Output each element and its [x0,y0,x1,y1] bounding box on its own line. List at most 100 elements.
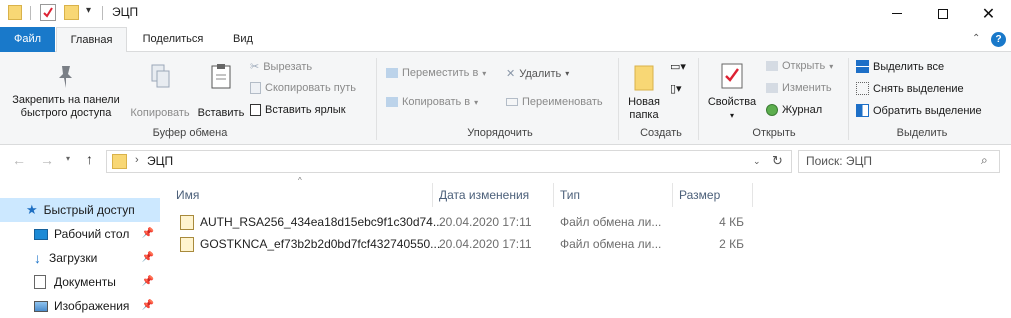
column-header-size[interactable]: Размер [673,183,753,207]
select-none-button[interactable]: Снять выделение [856,82,964,95]
group-separator [618,58,619,140]
paste-icon [211,64,231,89]
column-header-type[interactable]: Тип [554,183,673,207]
cut-button[interactable]: ✂ Вырезать [250,60,313,74]
forward-arrow-icon[interactable]: → [40,152,54,168]
nav-item-downloads[interactable]: ↓ Загрузки 📌 [0,246,160,270]
new-folder-label-2: папка [629,109,659,121]
nav-label-quick-access: Быстрый доступ [43,203,135,217]
nav-item-pictures[interactable]: Изображения 📌 [0,294,160,318]
tab-share[interactable]: Поделиться [133,27,213,52]
pin-icon [59,66,72,88]
edit-label: Изменить [782,82,832,94]
navigation-pane: ★ Быстрый доступ Рабочий стол 📌 ↓ Загруз… [0,177,168,316]
new-folder-label-1: Новая [628,96,660,108]
recent-locations-icon[interactable]: ▾ [66,154,70,163]
back-arrow-icon[interactable]: ← [12,152,26,168]
file-name: GOSTKNCA_ef73b2b2d0bd7fcf432740550... [200,237,441,251]
paste-shortcut-button[interactable]: Вставить ярлык [250,104,346,116]
new-group-label: Создать [640,127,682,139]
search-input[interactable]: Поиск: ЭЦП [806,154,872,168]
close-icon: ✕ [981,5,996,23]
nav-item-desktop[interactable]: Рабочий стол 📌 [0,222,160,246]
select-all-icon [856,60,869,73]
rename-button[interactable]: Переименовать [506,96,603,108]
copy-path-button[interactable]: Скопировать путь [250,82,356,94]
edit-button[interactable]: Изменить [766,82,832,94]
delete-button[interactable]: ✕ Удалить ▾ [506,67,569,81]
title-separator [102,6,103,20]
column-header-name[interactable]: Имя [170,183,433,207]
up-arrow-icon[interactable]: ↑ [86,151,93,167]
table-row[interactable]: GOSTKNCA_ef73b2b2d0bd7fcf432740550... 20… [176,234,756,254]
cut-label: Вырезать [263,60,313,73]
organize-group-label: Упорядочить [467,127,533,139]
customize-toolbar-icon[interactable]: ▾ [86,5,91,16]
address-bar[interactable]: › ЭЦП ⌄ ↻ [106,150,792,173]
title-bar: ▾ ЭЦП ✕ [0,0,1011,27]
invert-selection-button[interactable]: Обратить выделение [856,104,982,117]
copy-label: Копировать [130,107,190,119]
table-row[interactable]: AUTH_RSA256_434ea18d15ebc9f1c30d74... 20… [176,212,756,232]
address-row: ← → ▾ ↑ › ЭЦП ⌄ ↻ Поиск: ЭЦП ⌕ [0,146,1011,177]
paste-button[interactable]: Вставить [194,62,248,120]
new-item-icon[interactable]: ▭▾ [670,60,690,74]
file-date: 20.04.2020 17:11 [439,237,532,251]
certificate-file-icon [180,215,194,230]
copy-to-dropdown-icon: ▾ [474,97,479,107]
pin-icon: 📌 [141,300,154,311]
delete-icon: ✕ [506,68,516,80]
copy-path-label: Скопировать путь [265,82,356,94]
properties-quick-icon[interactable] [40,4,56,21]
nav-label-desktop: Рабочий стол [54,227,130,241]
minimize-button[interactable] [874,0,920,27]
refresh-icon[interactable]: ↻ [772,153,783,169]
select-group-label: Выделить [896,127,948,139]
help-icon[interactable]: ? [991,32,1006,47]
rename-label: Переименовать [522,96,603,108]
star-icon: ★ [26,202,38,217]
new-folder-button[interactable]: Новая папка [622,60,666,122]
nav-item-documents[interactable]: Документы 📌 [0,270,160,294]
search-box[interactable]: Поиск: ЭЦП ⌕ [798,150,1000,173]
separator [30,6,31,20]
edit-icon [766,83,778,93]
history-button[interactable]: Журнал [766,104,822,116]
tab-file[interactable]: Файл [0,27,55,52]
move-to-button[interactable]: Переместить в ▾ [386,67,486,79]
move-to-icon [386,68,398,78]
pin-label-1: Закрепить на панели [12,94,120,106]
new-folder-icon [634,65,654,91]
tab-home[interactable]: Главная [56,27,127,53]
file-size: 4 КБ [719,215,744,229]
properties-button[interactable]: Свойства ▾ [704,60,760,122]
file-date: 20.04.2020 17:11 [439,215,532,229]
select-all-button[interactable]: Выделить все [856,60,944,73]
file-size: 2 КБ [719,237,744,251]
tab-view[interactable]: Вид [218,27,268,52]
open-button[interactable]: Открыть ▾ [766,60,833,72]
breadcrumb-current[interactable]: ЭЦП [147,154,173,168]
copy-to-button[interactable]: Копировать в ▾ [386,96,478,108]
move-to-dropdown-icon: ▾ [482,68,487,78]
pin-icon: 📌 [141,276,154,287]
certificate-file-icon [180,237,194,252]
address-dropdown-icon[interactable]: ⌄ [753,156,761,167]
nav-label-documents: Документы [54,275,116,289]
close-button[interactable]: ✕ [966,0,1011,27]
maximize-button[interactable] [920,0,966,27]
column-header-date[interactable]: Дата изменения [433,183,554,207]
new-folder-quick-icon[interactable] [64,5,79,20]
invert-selection-icon [856,104,869,117]
easy-access-icon[interactable]: ▯▾ [670,82,690,96]
nav-item-quick-access[interactable]: ★ Быстрый доступ [0,198,160,222]
rename-icon [506,98,518,106]
copy-path-icon [250,82,261,94]
open-dropdown-icon: ▾ [829,61,834,71]
pin-quick-access-button[interactable]: Закрепить на панели быстрого доступа [6,62,126,120]
collapse-ribbon-icon[interactable]: ⌃ [972,33,980,44]
ribbon: Закрепить на панели быстрого доступа Коп… [0,52,1011,145]
copy-button[interactable]: Копировать [126,62,194,120]
file-type: Файл обмена ли... [560,237,662,251]
scissors-icon: ✂ [250,61,260,73]
